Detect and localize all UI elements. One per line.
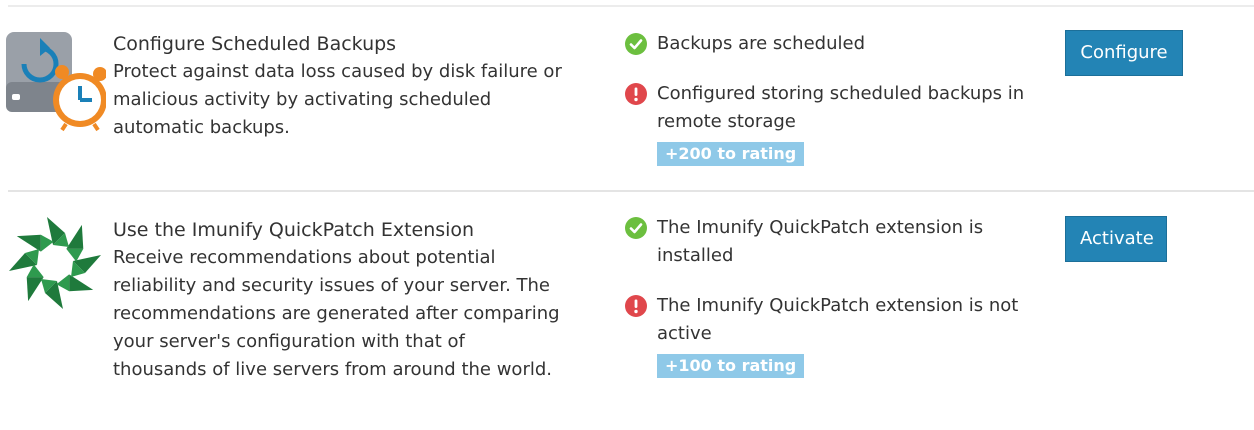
check-error: The Imunify QuickPatch extension is not … bbox=[625, 292, 1045, 348]
check-text: The Imunify QuickPatch extension is not … bbox=[657, 295, 1019, 344]
rating-badge: +100 to rating bbox=[657, 354, 805, 378]
recommendation-description: Use the Imunify QuickPatch Extension Rec… bbox=[113, 216, 563, 384]
status-checks: Backups are scheduled Configured storing… bbox=[625, 30, 1045, 166]
check-error: Configured storing scheduled backups in … bbox=[625, 80, 1045, 136]
check-ok: The Imunify QuickPatch extension is inst… bbox=[625, 214, 1045, 270]
recommendation-text: Receive recommendations about potential … bbox=[113, 247, 560, 380]
imunify-star-icon bbox=[6, 214, 104, 312]
recommendation-row-backups: Configure Scheduled Backups Protect agai… bbox=[0, 0, 1254, 190]
check-text: Configured storing scheduled backups in … bbox=[657, 83, 1025, 132]
recommendation-title: Use the Imunify QuickPatch Extension bbox=[113, 219, 475, 241]
recommendation-title: Configure Scheduled Backups bbox=[113, 33, 397, 55]
rating-badge: +200 to rating bbox=[657, 142, 805, 166]
recommendation-text: Protect against data loss caused by disk… bbox=[113, 61, 562, 138]
check-ok: Backups are scheduled bbox=[625, 30, 1045, 58]
check-circle-icon bbox=[625, 217, 647, 239]
configure-button[interactable]: Configure bbox=[1065, 30, 1183, 76]
exclamation-circle-icon bbox=[625, 83, 647, 105]
exclamation-circle-icon bbox=[625, 295, 647, 317]
recommendation-row-quickpatch: Use the Imunify QuickPatch Extension Rec… bbox=[0, 192, 1254, 430]
recommendations-page: Configure Scheduled Backups Protect agai… bbox=[0, 0, 1254, 430]
backup-clock-icon bbox=[4, 24, 107, 132]
check-circle-icon bbox=[625, 33, 647, 55]
activate-button[interactable]: Activate bbox=[1065, 216, 1167, 262]
recommendation-description: Configure Scheduled Backups Protect agai… bbox=[113, 30, 563, 142]
check-text: Backups are scheduled bbox=[657, 33, 866, 54]
status-checks: The Imunify QuickPatch extension is inst… bbox=[625, 214, 1045, 378]
check-text: The Imunify QuickPatch extension is inst… bbox=[657, 217, 984, 266]
